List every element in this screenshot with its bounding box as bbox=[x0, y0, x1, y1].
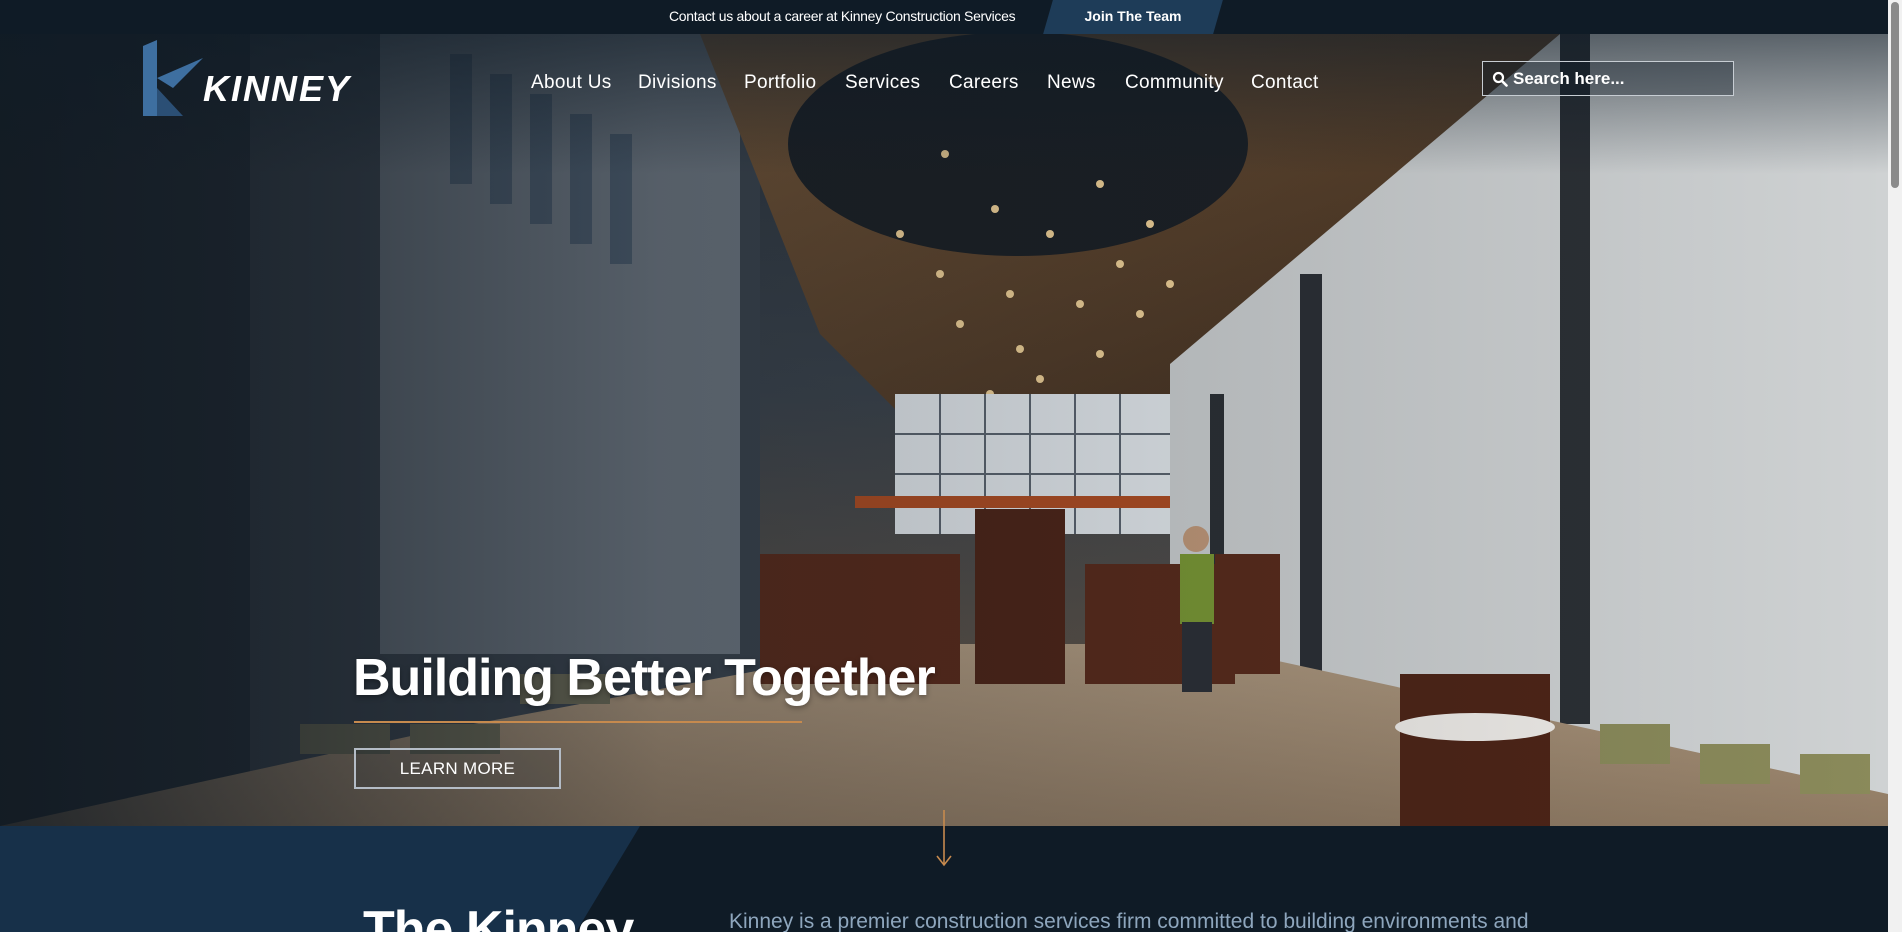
hero-lobby-image bbox=[0, 34, 1888, 826]
join-the-team-button[interactable]: Join The Team bbox=[1048, 0, 1218, 34]
nav-community[interactable]: Community bbox=[1125, 72, 1224, 94]
learn-more-button[interactable]: LEARN MORE bbox=[354, 748, 561, 789]
arrow-down-icon[interactable] bbox=[935, 810, 953, 868]
hero-headline: Building Better Together bbox=[353, 649, 936, 707]
search-input[interactable] bbox=[1513, 62, 1731, 95]
top-bar: Contact us about a career at Kinney Cons… bbox=[0, 0, 1902, 34]
headline-underline bbox=[354, 721, 802, 723]
nav-news[interactable]: News bbox=[1047, 72, 1096, 94]
search-icon bbox=[1492, 71, 1508, 87]
hero-section bbox=[0, 34, 1888, 826]
nav-portfolio[interactable]: Portfolio bbox=[744, 72, 816, 94]
logo-wordmark[interactable]: KINNEY bbox=[203, 68, 351, 110]
scrollbar-thumb[interactable] bbox=[1891, 2, 1899, 188]
nav-careers[interactable]: Careers bbox=[949, 72, 1019, 94]
search-box[interactable] bbox=[1482, 61, 1734, 96]
nav-divisions[interactable]: Divisions bbox=[638, 72, 717, 94]
nav-services[interactable]: Services bbox=[845, 72, 920, 94]
nav-about-us[interactable]: About Us bbox=[531, 72, 612, 94]
nav-contact[interactable]: Contact bbox=[1251, 72, 1319, 94]
page-scrollbar[interactable] bbox=[1888, 0, 1902, 932]
career-contact-link[interactable]: Contact us about a career at Kinney Cons… bbox=[669, 0, 1016, 34]
intro-text: Kinney is a premier construction service… bbox=[729, 910, 1529, 932]
intro-title: The Kinney bbox=[363, 901, 634, 932]
